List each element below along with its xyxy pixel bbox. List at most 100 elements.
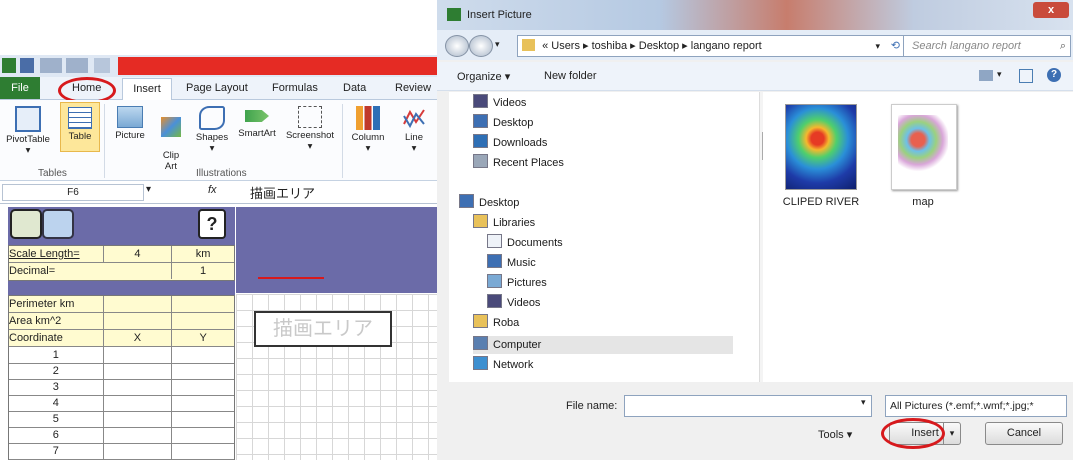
- decimal-value[interactable]: 1: [172, 263, 234, 279]
- view-dropdown-icon[interactable]: ▾: [997, 69, 1002, 80]
- clip-art-button[interactable]: Clip Art: [154, 106, 188, 172]
- nav-item-videos[interactable]: Videos: [487, 294, 540, 312]
- nav-item-recent-places[interactable]: Recent Places: [473, 154, 564, 172]
- insert-dropdown-icon[interactable]: ▾: [943, 423, 960, 444]
- new-folder-button[interactable]: New folder: [544, 70, 597, 82]
- name-box[interactable]: F6: [2, 184, 144, 201]
- nav-item-label: Videos: [507, 297, 541, 309]
- shapes-button[interactable]: Shapes ▾: [192, 106, 232, 154]
- function-icon[interactable]: fx: [208, 184, 217, 196]
- file-item-map[interactable]: [891, 104, 957, 190]
- y-cell[interactable]: [172, 379, 234, 395]
- save-icon[interactable]: [20, 58, 34, 73]
- nav-item-documents[interactable]: Documents: [487, 234, 563, 252]
- nav-item-label: Roba: [493, 317, 520, 329]
- customize-qat-icon[interactable]: [94, 58, 110, 73]
- refresh-icon[interactable]: ⟲: [891, 36, 900, 56]
- draw-area-box[interactable]: 描画エリア: [254, 311, 392, 347]
- x-cell[interactable]: [104, 379, 173, 395]
- y-cell[interactable]: [172, 347, 234, 363]
- y-cell[interactable]: [172, 443, 234, 459]
- picture-button[interactable]: Picture: [110, 106, 150, 141]
- row-number: 4: [9, 395, 104, 411]
- nav-item-label: Music: [507, 257, 536, 269]
- y-cell[interactable]: [172, 411, 234, 427]
- nav-item-desktop[interactable]: Desktop: [459, 194, 519, 212]
- camera-app-icon[interactable]: [10, 209, 42, 239]
- x-cell[interactable]: [104, 395, 173, 411]
- address-bar[interactable]: « Users ▸ toshiba ▸ Desktop ▸ langano re…: [517, 35, 907, 57]
- close-button[interactable]: x: [1033, 2, 1069, 18]
- pivottable-button[interactable]: PivotTable ▾: [4, 106, 52, 156]
- file-name-dropdown-icon[interactable]: ▾: [861, 397, 866, 408]
- library-icon: [473, 214, 488, 228]
- search-icon[interactable]: ⌕: [1060, 36, 1066, 56]
- cancel-button[interactable]: Cancel: [985, 422, 1063, 445]
- x-cell[interactable]: [104, 427, 173, 443]
- tab-review[interactable]: Review: [395, 82, 431, 94]
- preview-pane-icon[interactable]: [1019, 69, 1033, 83]
- decimal-label: Decimal=: [9, 263, 172, 279]
- nav-item-label: Recent Places: [493, 157, 564, 169]
- breadcrumb-toshiba[interactable]: toshiba: [592, 40, 627, 52]
- search-box[interactable]: Search langano report ⌕: [903, 35, 1071, 57]
- nav-item-libraries[interactable]: Libraries: [473, 214, 535, 232]
- nav-item-desktop[interactable]: Desktop: [473, 114, 533, 132]
- y-cell[interactable]: [172, 395, 234, 411]
- tab-page-layout[interactable]: Page Layout: [186, 82, 248, 94]
- formula-input[interactable]: 描画エリア: [250, 183, 315, 202]
- screenshot-button[interactable]: Screenshot ▾: [282, 106, 338, 152]
- address-dropdown-icon[interactable]: ▾: [875, 36, 880, 56]
- tab-file[interactable]: File: [0, 77, 40, 99]
- x-cell[interactable]: [104, 363, 173, 379]
- smartart-button[interactable]: SmartArt: [234, 106, 280, 139]
- tab-insert[interactable]: Insert: [122, 78, 172, 100]
- x-cell[interactable]: [104, 411, 173, 427]
- undo-icon[interactable]: [40, 58, 62, 73]
- nav-item-roba[interactable]: Roba: [473, 314, 519, 332]
- nav-item-label: Videos: [493, 97, 527, 109]
- coordinate-row: 2: [9, 363, 234, 380]
- file-name-cliped-river[interactable]: CLIPED RIVER: [763, 196, 879, 208]
- nav-item-network[interactable]: Network: [473, 356, 533, 374]
- paper-app-icon[interactable]: [42, 209, 74, 239]
- x-cell[interactable]: [104, 347, 173, 363]
- nav-item-downloads[interactable]: Downloads: [473, 134, 547, 152]
- breadcrumb-prefix[interactable]: «: [542, 40, 548, 52]
- tools-button[interactable]: Tools ▾: [818, 428, 852, 441]
- y-cell[interactable]: [172, 427, 234, 443]
- organize-button[interactable]: Organize ▾: [457, 70, 510, 83]
- tab-data[interactable]: Data: [343, 82, 366, 94]
- redo-icon[interactable]: [66, 58, 88, 73]
- forward-button-icon[interactable]: [469, 35, 493, 57]
- nav-item-label: Documents: [507, 237, 563, 249]
- breadcrumb-langano-report[interactable]: langano report: [691, 40, 762, 52]
- x-cell[interactable]: [104, 443, 173, 459]
- history-dropdown-icon[interactable]: ▾: [495, 39, 500, 50]
- y-cell[interactable]: [172, 363, 234, 379]
- worksheet[interactable]: ? Scale Length= 4 km Decimal= 1 Perimete…: [0, 204, 437, 460]
- table-button[interactable]: Table: [60, 102, 100, 152]
- tab-formulas[interactable]: Formulas: [272, 82, 318, 94]
- coordinate-row: 4: [9, 395, 234, 412]
- nav-item-pictures[interactable]: Pictures: [487, 274, 547, 292]
- file-type-filter[interactable]: All Pictures (*.emf;*.wmf;*.jpg;*: [885, 395, 1067, 417]
- nav-item-music[interactable]: Music: [487, 254, 536, 272]
- line-chart-button[interactable]: Line ▾: [394, 106, 434, 154]
- help-icon[interactable]: ?: [1047, 68, 1061, 82]
- back-button-icon[interactable]: [445, 35, 469, 57]
- picture-label: Picture: [115, 130, 145, 141]
- view-options-icon[interactable]: [979, 70, 993, 81]
- column-chart-button[interactable]: Column ▾: [346, 106, 390, 154]
- file-name-map[interactable]: map: [895, 196, 951, 208]
- namebox-dropdown-icon[interactable]: ▾: [146, 184, 151, 195]
- help-button[interactable]: ?: [198, 209, 226, 239]
- scale-value[interactable]: 4: [104, 246, 173, 262]
- file-name-input[interactable]: [624, 395, 872, 417]
- breadcrumb-desktop[interactable]: Desktop: [639, 40, 679, 52]
- y-header: Y: [199, 332, 207, 344]
- file-item-cliped-river[interactable]: [785, 104, 857, 190]
- breadcrumb-users[interactable]: Users: [551, 40, 580, 52]
- nav-item-videos[interactable]: Videos: [473, 94, 526, 112]
- nav-item-computer[interactable]: Computer: [473, 336, 733, 354]
